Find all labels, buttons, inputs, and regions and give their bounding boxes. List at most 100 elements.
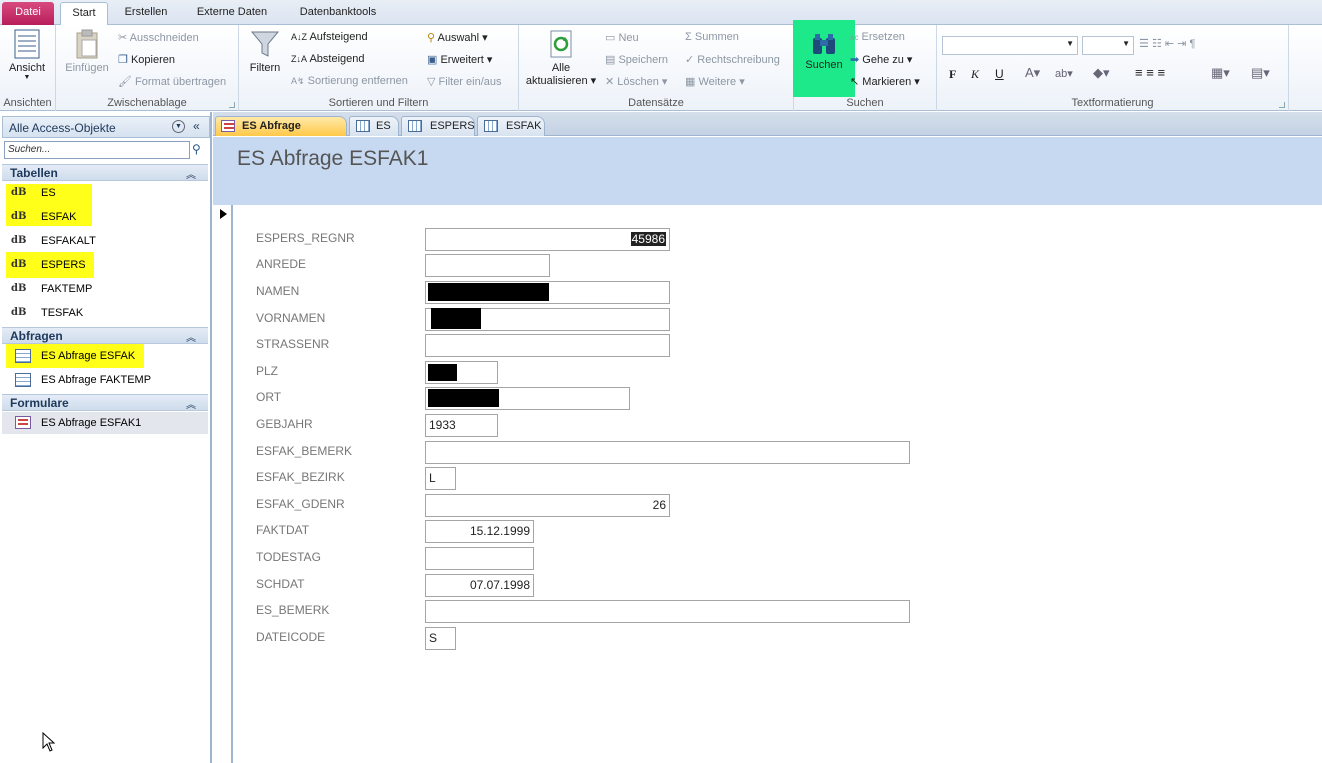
dialog-launcher-icon[interactable] <box>229 102 235 108</box>
absteigend-button[interactable]: Z↓A Absteigend <box>291 53 365 65</box>
doc-tab-es-abfrage-esfak1[interactable]: ES Abfrage ESFAK1 <box>215 116 347 150</box>
kopieren-button[interactable]: ❐ Kopieren <box>118 53 175 66</box>
dialog-launcher-icon[interactable] <box>1279 102 1285 108</box>
section-formulare-label: Formulare <box>10 396 69 410</box>
filter-toggle-button[interactable]: ▽ Filter ein/aus <box>427 75 502 88</box>
erweitert-button[interactable]: ▣ Erweitert ▾ <box>427 53 492 66</box>
arrow-right-icon: ➡ <box>850 54 860 66</box>
summen-button[interactable]: Σ Summen <box>685 31 739 43</box>
field-esfak-gdenr[interactable]: 26 <box>425 494 670 517</box>
new-record-icon: ▭ <box>605 32 616 44</box>
table-icon <box>484 120 498 132</box>
fill-color-icon[interactable]: ◆▾ <box>1093 65 1110 81</box>
table-icon: dB <box>11 235 27 246</box>
sortierung-entfernen-button[interactable]: A↯ Sortierung entfernen <box>291 75 408 87</box>
field-todestag[interactable] <box>425 547 534 570</box>
suchen-button[interactable]: Suchen <box>793 20 855 97</box>
field-es-bemerk[interactable] <box>425 600 910 623</box>
weitere-button[interactable]: ▦ Weitere ▾ <box>685 75 745 88</box>
nav-item-es[interactable]: dB ES <box>2 182 208 204</box>
italic-button[interactable]: K <box>971 67 979 82</box>
nav-item-es-abfrage-esfak[interactable]: ES Abfrage ESFAK <box>2 345 208 367</box>
label-namen: NAMEN <box>256 284 300 298</box>
clear-sort-icon: A↯ <box>291 76 305 86</box>
label-esfak-bemerk: ESFAK_BEMERK <box>256 444 353 458</box>
nav-item-es-abfrage-faktemp[interactable]: ES Abfrage FAKTEMP <box>2 369 208 391</box>
field-esfak-bezirk[interactable]: L <box>425 467 456 490</box>
doc-tab-es[interactable]: ES <box>349 116 399 136</box>
save-icon: ▤ <box>605 54 616 66</box>
markieren-button[interactable]: ↖ Markieren ▾ <box>850 75 920 88</box>
list-icons[interactable]: ☰ ☷ ⇤ ⇥ ¶ <box>1139 37 1195 50</box>
speichern-button[interactable]: ▤ Speichern <box>605 53 668 66</box>
font-family-select[interactable]: ▼ <box>942 36 1078 55</box>
nav-item-tesfak[interactable]: dB TESFAK <box>2 302 208 324</box>
current-record-arrow-icon <box>220 209 227 219</box>
ausschneiden-button[interactable]: ✂ Ausschneiden <box>118 31 199 44</box>
section-formulare[interactable]: Formulare ︽ <box>2 394 208 411</box>
access-window: Datei Start Erstellen Externe Daten Date… <box>0 0 1322 763</box>
label-gebjahr: GEBJAHR <box>256 417 313 431</box>
form-header: ES Abfrage ESFAK1 <box>213 137 1322 205</box>
section-tabellen[interactable]: Tabellen ︽ <box>2 164 208 181</box>
nav-dropdown-icon[interactable]: ▼ <box>172 120 185 133</box>
highlight-icon[interactable]: ab▾ <box>1055 67 1073 80</box>
align-icons[interactable]: ≡ ≡ ≡ <box>1135 65 1165 80</box>
field-schdat[interactable]: 07.07.1998 <box>425 574 534 597</box>
font-size-select[interactable]: ▼ <box>1082 36 1134 55</box>
nav-search-input[interactable]: Suchen... <box>4 141 190 159</box>
tab-start[interactable]: Start <box>60 2 108 26</box>
field-gebjahr[interactable]: 1933 <box>425 414 498 437</box>
format-uebertragen-button[interactable]: 🖌 Format übertragen <box>118 75 226 88</box>
einfuegen-button[interactable]: Einfügen <box>62 29 112 74</box>
tab-erstellen[interactable]: Erstellen <box>118 2 174 25</box>
redaction-block <box>428 283 549 301</box>
alternate-row-icon[interactable]: ▤▾ <box>1251 65 1270 81</box>
nav-item-faktemp[interactable]: dB FAKTEMP <box>2 278 208 300</box>
field-strassenr[interactable] <box>425 334 670 357</box>
font-color-icon[interactable]: A▾ <box>1025 65 1040 81</box>
ersetzen-button[interactable]: ac Ersetzen <box>850 31 905 43</box>
field-esfak-bemerk[interactable] <box>425 441 910 464</box>
section-abfragen[interactable]: Abfragen ︽ <box>2 327 208 344</box>
doc-tab-espers[interactable]: ESPERS <box>401 116 475 136</box>
rechtschreibung-button[interactable]: ✓ Rechtschreibung <box>685 53 780 66</box>
aufsteigend-button[interactable]: A↓Z Aufsteigend <box>291 31 368 43</box>
search-icon[interactable]: ⚲ <box>192 142 201 156</box>
nav-item-esfakalt[interactable]: dB ESFAKALT <box>2 230 208 252</box>
filtern-button[interactable]: Filtern <box>245 29 285 74</box>
tab-datei[interactable]: Datei <box>2 2 54 25</box>
tab-datenbanktools[interactable]: Datenbanktools <box>290 2 386 25</box>
ansicht-button[interactable]: Ansicht ▼ <box>4 29 50 81</box>
nav-header[interactable]: Alle Access-Objekte ▼ « <box>2 116 210 138</box>
bullet-list-icon: ☰ <box>1139 38 1149 50</box>
section-tabellen-label: Tabellen <box>10 166 58 180</box>
neu-button[interactable]: ▭ Neu <box>605 31 639 44</box>
underline-button[interactable]: U <box>995 67 1004 81</box>
field-faktdat[interactable]: 15.12.1999 <box>425 520 534 543</box>
nav-item-es-abfrage-esfak1[interactable]: ES Abfrage ESFAK1 <box>2 412 208 434</box>
replace-icon: ac <box>850 33 859 42</box>
kopieren-label: Kopieren <box>130 54 175 66</box>
query-icon <box>15 349 31 363</box>
doc-tab-esfak[interactable]: ESFAK <box>477 116 545 136</box>
nav-item-espers[interactable]: dB ESPERS <box>2 254 208 276</box>
speichern-label: Speichern <box>618 54 669 66</box>
bold-button[interactable]: F <box>949 67 956 82</box>
nav-item-esfak[interactable]: dB ESFAK <box>2 206 208 228</box>
more-icon: ▦ <box>685 76 696 88</box>
loeschen-button[interactable]: ✕ Löschen ▾ <box>605 75 667 88</box>
gehe-zu-button[interactable]: ➡ Gehe zu ▾ <box>850 53 912 66</box>
alle-aktualisieren-button[interactable]: Alle aktualisieren ▾ <box>523 29 599 87</box>
gridlines-icon[interactable]: ▦▾ <box>1211 65 1230 81</box>
nav-collapse-icon[interactable]: « <box>193 119 200 133</box>
indent-icon: ⇤ <box>1164 38 1175 50</box>
record-selector[interactable] <box>213 205 233 763</box>
auswahl-button[interactable]: ⚲ Auswahl ▾ <box>427 31 488 44</box>
field-dateicode[interactable]: S <box>425 627 456 650</box>
navigation-pane: Alle Access-Objekte ▼ « Suchen... ⚲ Tabe… <box>0 112 212 763</box>
field-espers-regnr[interactable]: 45986 <box>425 228 670 251</box>
tab-externe-daten[interactable]: Externe Daten <box>188 2 276 25</box>
field-anrede[interactable] <box>425 254 550 277</box>
format-label: Format übertragen <box>135 76 227 88</box>
